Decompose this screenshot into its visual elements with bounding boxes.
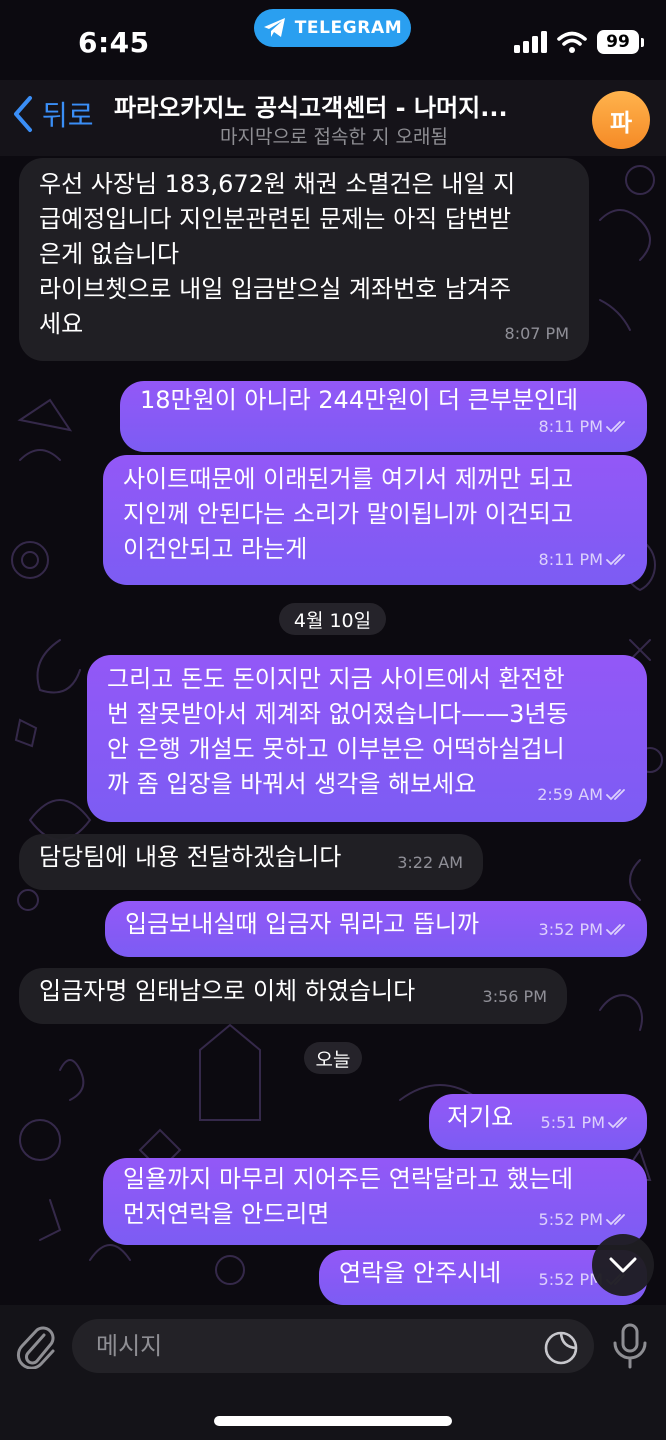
message-line: 이건안되고 라는게 (123, 535, 308, 563)
read-checks-icon (606, 923, 625, 935)
read-checks-icon (606, 553, 625, 565)
message-meta: 8:11 PM (539, 409, 630, 444)
message-line: 담당팀에 내용 전달하겠습니다 (39, 843, 342, 871)
message-line: 지인께 안된다는 소리가 말이됩니까 이건되고 (123, 500, 574, 528)
message-text: 그리고 돈도 돈이지만 지금 사이트에서 환전한 번 잘못받아서 제계좌 없어졌… (107, 662, 569, 802)
message-list: 우선 사장님 183,672원 채권 소멸건은 내일 지 급예정입니다 지인분관… (0, 0, 666, 1440)
app-pill-label: TELEGRAM (294, 18, 403, 38)
message-line: 입금보내실때 입금자 뭐라고 뜹니까 (125, 910, 480, 938)
microphone-icon[interactable] (610, 1323, 650, 1369)
message-text: 담당팀에 내용 전달하겠습니다 (39, 840, 341, 875)
message-time: 2:59 AM (537, 785, 603, 804)
message-input[interactable] (72, 1319, 594, 1373)
message-meta: 2:59 AM (537, 777, 630, 812)
message-meta: 3:22 AM (397, 845, 463, 880)
message-meta: 3:56 PM (483, 979, 547, 1014)
wifi-icon (557, 31, 587, 53)
message-line: 번 잘못받아서 제계좌 없어졌습니다——3년동 (107, 700, 569, 728)
message-line: 라이브쳇으로 내일 입금받으실 계좌번호 남겨주 (39, 275, 512, 303)
message-line: 먼저연락을 안드리면 (123, 1200, 330, 1228)
sticker-icon[interactable] (542, 1329, 580, 1367)
message-text: 연락을 안주시네 (339, 1256, 501, 1291)
system-icons: 99 (513, 30, 644, 54)
message-meta: 8:07 PM (505, 316, 569, 351)
message-line: 우선 사장님 183,672원 채권 소멸건은 내일 지 (39, 170, 516, 198)
message-line: 그리고 돈도 돈이지만 지금 사이트에서 환전한 (107, 665, 565, 693)
message-bubble-outgoing[interactable]: 사이트때문에 이래된거를 여기서 제꺼만 되고 지인께 안된다는 소리가 말이됩… (103, 455, 647, 585)
signal-icon (514, 31, 547, 53)
date-separator: 4월 10일 (279, 603, 386, 635)
message-meta: 5:51 PM (541, 1105, 632, 1140)
message-text: 18만원이 아니라 244만원이 더 큰부분인데 (140, 383, 578, 418)
battery-tip (641, 37, 644, 47)
message-time: 3:52 PM (538, 920, 603, 939)
message-text: 입금보내실때 입금자 뭐라고 뜹니까 (125, 907, 479, 942)
status-bar: 6:45 TELEGRAM 99 (0, 0, 666, 80)
message-meta: 5:52 PM (539, 1202, 630, 1237)
paperclip-icon[interactable] (14, 1321, 58, 1369)
message-line: 은게 없습니다 (39, 240, 180, 268)
chat-header: 뒤로 파라오카지노 공식고객센터 - 나머지... 마지막으로 접속한 지 오래… (0, 80, 666, 156)
message-text: 저기요 (447, 1100, 513, 1135)
message-line: 연락을 안주시네 (339, 1259, 502, 1287)
back-label: 뒤로 (42, 99, 94, 132)
message-time: 5:51 PM (540, 1113, 605, 1132)
message-time: 8:11 PM (538, 417, 603, 436)
chevron-down-icon (609, 1257, 637, 1273)
date-label: 4월 10일 (293, 609, 372, 632)
message-line: 안 은행 개설도 못하고 이부분은 어떡하실겁니 (107, 735, 565, 763)
chat-title[interactable]: 파라오카지노 공식고객센터 - 나머지... (114, 88, 554, 123)
clock: 6:45 (78, 26, 150, 59)
message-bubble-outgoing[interactable]: 일욜까지 마무리 지어주든 연락달라고 했는데 먼저연락을 안드리면 5:52 … (103, 1158, 647, 1245)
message-line: 까 좀 입장을 바꿔서 생각을 해보세요 (107, 770, 477, 798)
date-label: 오늘 (315, 1048, 351, 1071)
message-line: 일욜까지 마무리 지어주든 연락달라고 했는데 (123, 1165, 574, 1193)
date-separator: 오늘 (304, 1042, 362, 1074)
avatar[interactable]: 파 (592, 91, 650, 149)
message-text: 사이트때문에 이래된거를 여기서 제꺼만 되고 지인께 안된다는 소리가 말이됩… (123, 462, 573, 567)
message-meta: 3:52 PM (539, 912, 630, 947)
last-seen-status: 마지막으로 접속한 지 오래됨 (220, 126, 448, 148)
back-chevron-icon (14, 96, 32, 132)
message-line: 급예정입니다 지인분관련된 문제는 아직 답변받 (39, 205, 512, 233)
battery-icon: 99 (597, 30, 639, 54)
message-line: 18만원이 아니라 244만원이 더 큰부분인데 (140, 386, 579, 414)
message-bubble-outgoing[interactable]: 입금보내실때 입금자 뭐라고 뜹니까 3:52 PM (105, 901, 647, 957)
message-bubble-incoming[interactable]: 담당팀에 내용 전달하겠습니다 3:22 AM (19, 834, 483, 890)
message-bubble-incoming[interactable]: 우선 사장님 183,672원 채권 소멸건은 내일 지 급예정입니다 지인분관… (19, 158, 589, 361)
message-line: 사이트때문에 이래된거를 여기서 제꺼만 되고 (123, 465, 574, 493)
message-time: 3:22 AM (397, 853, 463, 872)
home-indicator[interactable] (214, 1416, 452, 1426)
message-bubble-outgoing[interactable]: 18만원이 아니라 244만원이 더 큰부분인데 8:11 PM (120, 381, 647, 452)
read-checks-icon (606, 788, 625, 800)
message-line: 저기요 (447, 1103, 514, 1131)
message-text: 입금자명 임태남으로 이체 하였습니다 (39, 974, 415, 1009)
message-time: 8:11 PM (538, 550, 603, 569)
scroll-down-button[interactable] (592, 1234, 654, 1296)
message-bubble-outgoing[interactable]: 그리고 돈도 돈이지만 지금 사이트에서 환전한 번 잘못받아서 제계좌 없어졌… (87, 655, 647, 822)
message-meta: 8:11 PM (539, 542, 630, 577)
telegram-app-pill[interactable]: TELEGRAM (254, 9, 411, 47)
message-time: 5:52 PM (538, 1210, 603, 1229)
read-checks-icon (608, 1116, 627, 1128)
back-button[interactable]: 뒤로 (12, 94, 94, 134)
message-bubble-outgoing[interactable]: 저기요 5:51 PM (429, 1094, 647, 1150)
message-text: 일욜까지 마무리 지어주든 연락달라고 했는데 먼저연락을 안드리면 (123, 1162, 573, 1232)
message-time: 3:56 PM (482, 987, 547, 1006)
message-line: 세요 (39, 310, 84, 338)
message-text: 우선 사장님 183,672원 채권 소멸건은 내일 지 급예정입니다 지인분관… (39, 167, 515, 342)
message-bubble-incoming[interactable]: 입금자명 임태남으로 이체 하였습니다 3:56 PM (19, 968, 567, 1024)
telegram-icon (263, 18, 285, 37)
message-time: 8:07 PM (504, 324, 569, 343)
message-line: 입금자명 임태남으로 이체 하였습니다 (39, 977, 416, 1005)
read-checks-icon (606, 1213, 625, 1225)
read-checks-icon (606, 420, 625, 432)
